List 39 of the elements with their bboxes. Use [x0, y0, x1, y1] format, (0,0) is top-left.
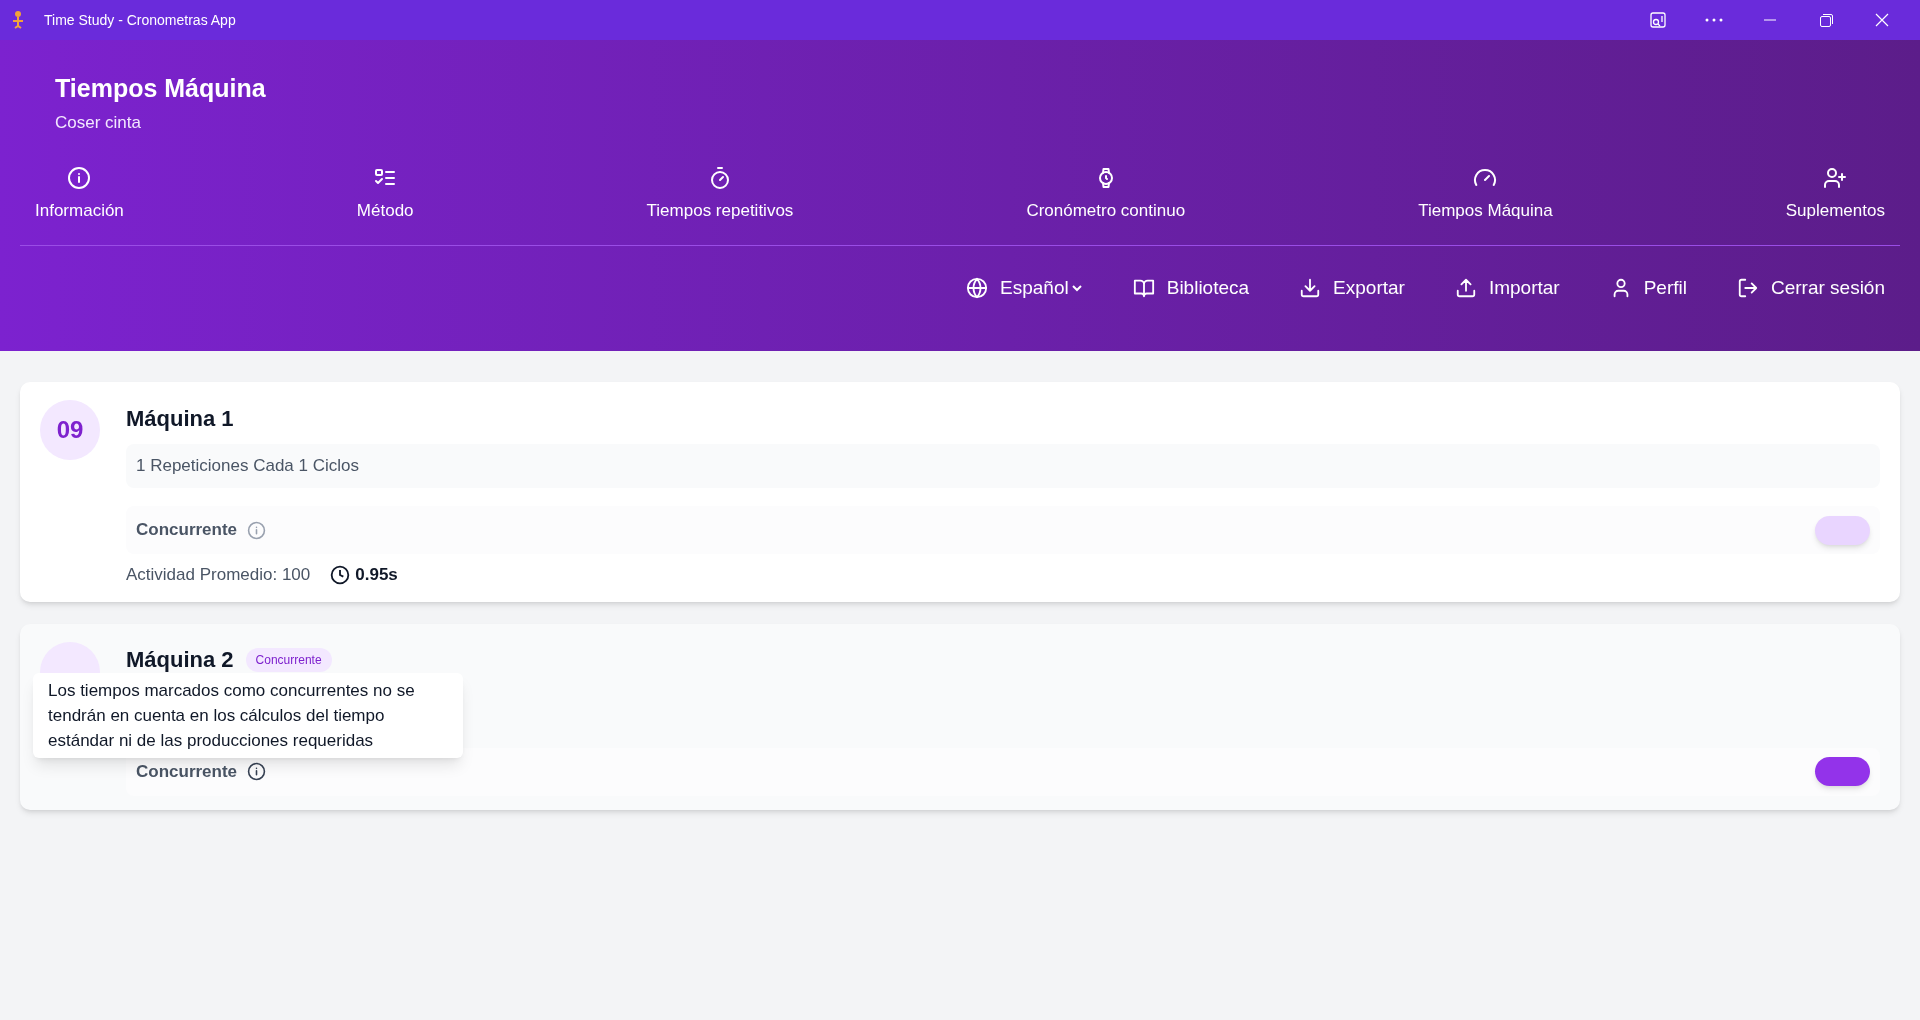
toolbar-button[interactable]: Perfil	[1594, 268, 1702, 308]
time-value: 0.95s	[355, 564, 398, 586]
concurrent-label: Concurrente	[136, 760, 238, 783]
user-plus-icon	[1823, 165, 1848, 190]
toolbar-button[interactable]: Importar	[1439, 268, 1575, 308]
number-avatar: 09	[40, 400, 100, 460]
page-subtitle: Coser cinta	[55, 112, 142, 134]
machine-name: Máquina 1	[126, 404, 234, 433]
toolbar-button[interactable]: Cerrar sesión	[1721, 268, 1900, 308]
concurrent-toggle[interactable]	[1815, 515, 1870, 545]
logout-icon	[1736, 277, 1759, 299]
download-icon	[1299, 277, 1322, 299]
concurrent-label: Concurrente	[136, 519, 238, 542]
nav-tab[interactable]: Tiempos repetitivos	[631, 165, 809, 223]
book-icon	[1132, 277, 1155, 299]
nav-tab[interactable]: Información	[20, 165, 139, 223]
caret-icon	[1070, 282, 1083, 294]
concurrent-toggle[interactable]	[1815, 757, 1870, 786]
clock-icon	[330, 564, 351, 585]
concurrent-tag: Concurrente	[245, 647, 332, 672]
nav-tab[interactable]: Cronómetro continuo	[1011, 165, 1201, 223]
globe-icon	[966, 277, 989, 299]
schedule-text: 1 Repeticiones Cada 1 Ciclos	[136, 455, 359, 478]
info-icon	[67, 165, 92, 190]
page-title: Tiempos Máquina	[55, 73, 267, 104]
toolbar-button[interactable]: Biblioteca	[1117, 268, 1265, 308]
info-icon	[247, 520, 267, 540]
toolbar-button[interactable]: Exportar	[1284, 268, 1420, 308]
machine-name: Máquina 2	[126, 646, 234, 674]
window-title: Time Study - Cronometras App	[44, 10, 236, 30]
tooltip: Los tiempos marcados como concurrentes no se tendrán en cuenta en los cálculos del tiempo estándar ni de las producciones requeridas	[33, 673, 463, 758]
info-icon	[247, 762, 267, 781]
toolbar-button[interactable]: Español	[951, 268, 1098, 308]
nav-tab[interactable]: Suplementos	[1770, 165, 1900, 223]
activity-text: Actividad Promedio: 100	[126, 564, 311, 586]
app-icon	[10, 10, 26, 30]
nav-tab[interactable]: Tiempos Máquina	[1403, 165, 1568, 223]
nav-tab[interactable]: Método	[341, 165, 429, 223]
upload-icon	[1454, 277, 1477, 299]
